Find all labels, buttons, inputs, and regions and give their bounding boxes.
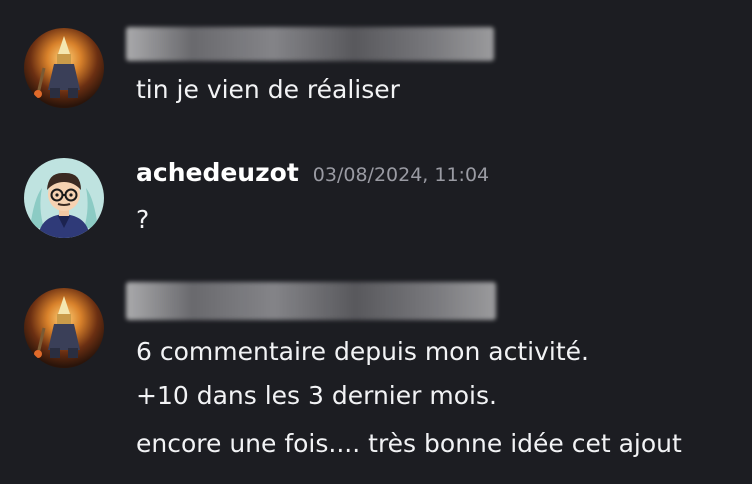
user-avatar[interactable]: [24, 288, 104, 368]
message-group: achedeuzot 03/08/2024, 11:04 ?: [0, 140, 752, 270]
username[interactable]: achedeuzot: [136, 158, 299, 187]
user-avatar[interactable]: [24, 28, 104, 108]
message-text: encore une fois.... très bonne idée cet …: [136, 429, 682, 458]
message-group: tin je vien de réaliser: [0, 0, 752, 140]
message-group: 6 commentaire depuis mon activité. +10 d…: [0, 270, 752, 484]
timestamp: 03/08/2024, 11:04: [312, 164, 490, 186]
cartoon-glasses-person-avatar-icon: [24, 158, 104, 238]
message-text: tin je vien de réaliser: [136, 75, 400, 104]
orange-fantasy-character-avatar-icon: [24, 288, 104, 368]
message-text: +10 dans les 3 dernier mois.: [136, 381, 497, 410]
redacted-username: [126, 282, 496, 320]
message-text: ?: [136, 205, 150, 234]
redacted-username: [126, 27, 494, 61]
message-text: 6 commentaire depuis mon activité.: [136, 337, 589, 366]
orange-fantasy-character-avatar-icon: [24, 28, 104, 108]
user-avatar[interactable]: [24, 158, 104, 238]
message-header: achedeuzot 03/08/2024, 11:04: [136, 158, 489, 198]
